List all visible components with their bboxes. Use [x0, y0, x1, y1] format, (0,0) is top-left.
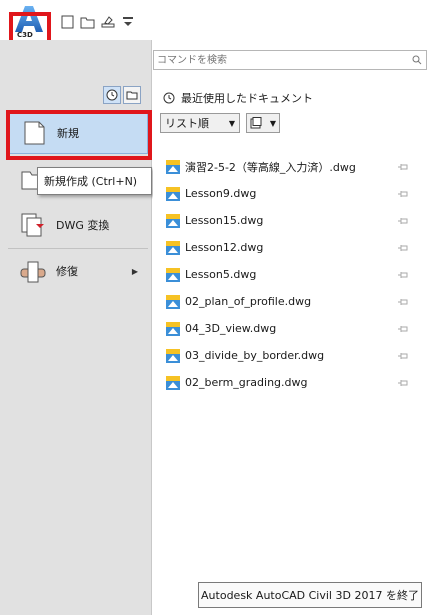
dwg-file-icon [166, 375, 180, 390]
recent-documents-pane: 最近使用したドキュメント リスト順 ▼ ▼ 演習2-5-2（等高線_入力済）.d… [153, 40, 427, 615]
exit-application-button[interactable]: Autodesk AutoCAD Civil 3D 2017 を終了 [198, 582, 422, 608]
recent-file-name: Lesson15.dwg [185, 214, 264, 227]
open-documents-toggle[interactable] [123, 86, 141, 104]
pin-icon[interactable] [397, 297, 409, 307]
menu-item-label: 修復 [56, 265, 78, 278]
view-toggle [103, 86, 141, 104]
new-menu-highlight [6, 110, 152, 160]
recent-file-name: Lesson12.dwg [185, 241, 264, 254]
dwg-file-icon [166, 294, 180, 309]
recent-file-item[interactable]: 03_divide_by_border.dwg [165, 342, 415, 369]
menu-item-dwg-convert[interactable]: DWG 変換 [8, 204, 148, 246]
recent-documents-toggle[interactable] [103, 86, 121, 104]
recent-file-list: 演習2-5-2（等高線_入力済）.dwg Lesson9.dwg Lesson1… [165, 153, 415, 396]
pin-icon[interactable] [397, 351, 409, 361]
customize-dropdown-icon[interactable] [120, 15, 136, 29]
menu-divider [8, 248, 148, 249]
dwg-file-icon [166, 159, 180, 174]
recent-documents-header: 最近使用したドキュメント [163, 90, 313, 106]
recent-file-name: 03_divide_by_border.dwg [185, 349, 325, 362]
clock-icon [163, 92, 175, 104]
recent-file-item[interactable]: Lesson12.dwg [165, 234, 415, 261]
search-icon[interactable] [412, 55, 422, 65]
recent-documents-title: 最近使用したドキュメント [181, 92, 313, 105]
chevron-down-icon: ▼ [228, 118, 235, 128]
recent-file-name: 演習2-5-2（等高線_入力済）.dwg [185, 160, 356, 174]
pin-icon[interactable] [397, 216, 409, 226]
recent-file-name: 02_plan_of_profile.dwg [185, 295, 312, 308]
pin-icon[interactable] [397, 270, 409, 280]
dwg-file-icon [166, 186, 180, 201]
new-tooltip: 新規作成 (Ctrl+N) [37, 167, 152, 195]
save-icon[interactable] [100, 15, 116, 29]
pin-icon[interactable] [397, 189, 409, 199]
recent-file-name: Lesson5.dwg [185, 268, 257, 281]
command-search-input[interactable] [154, 51, 394, 69]
recent-file-item[interactable]: 02_plan_of_profile.dwg [165, 288, 415, 315]
recent-file-item[interactable]: Lesson9.dwg [165, 180, 415, 207]
recent-file-name: 02_berm_grading.dwg [185, 376, 308, 389]
dwg-file-icon [166, 240, 180, 255]
title-bar: C3D [0, 0, 427, 44]
command-search[interactable] [153, 50, 427, 70]
dwg-file-icon [166, 213, 180, 228]
dwg-convert-icon [21, 213, 44, 237]
quick-access-toolbar [60, 14, 136, 30]
pin-icon[interactable] [397, 162, 409, 172]
folder-icon [126, 91, 138, 100]
dwg-file-icon [166, 321, 180, 336]
recent-file-item[interactable]: 演習2-5-2（等高線_入力済）.dwg [165, 153, 415, 180]
new-file-icon[interactable] [60, 15, 76, 29]
repair-icon [20, 261, 46, 283]
pin-icon[interactable] [397, 243, 409, 253]
dwg-file-icon [166, 348, 180, 363]
recent-file-item[interactable]: Lesson5.dwg [165, 261, 415, 288]
sort-order-dropdown[interactable]: リスト順 ▼ [160, 113, 240, 133]
dwg-file-icon [166, 267, 180, 282]
recent-file-name: 04_3D_view.dwg [185, 322, 277, 335]
clock-icon [106, 89, 118, 101]
view-mode-icon [250, 117, 262, 129]
submenu-arrow-icon: ▶ [131, 266, 138, 276]
menu-item-repair[interactable]: 修復 ▶ [8, 250, 148, 292]
recent-file-name: Lesson9.dwg [185, 187, 257, 200]
open-folder-icon[interactable] [80, 15, 96, 29]
menu-item-label: DWG 変換 [56, 219, 110, 232]
sort-order-value: リスト順 [165, 117, 209, 130]
recent-file-item[interactable]: 04_3D_view.dwg [165, 315, 415, 342]
chevron-down-icon: ▼ [269, 118, 276, 128]
pin-icon[interactable] [397, 324, 409, 334]
recent-file-item[interactable]: Lesson15.dwg [165, 207, 415, 234]
recent-file-item[interactable]: 02_berm_grading.dwg [165, 369, 415, 396]
view-mode-dropdown[interactable]: ▼ [246, 113, 280, 133]
pin-icon[interactable] [397, 378, 409, 388]
sort-controls: リスト順 ▼ ▼ [160, 113, 280, 133]
